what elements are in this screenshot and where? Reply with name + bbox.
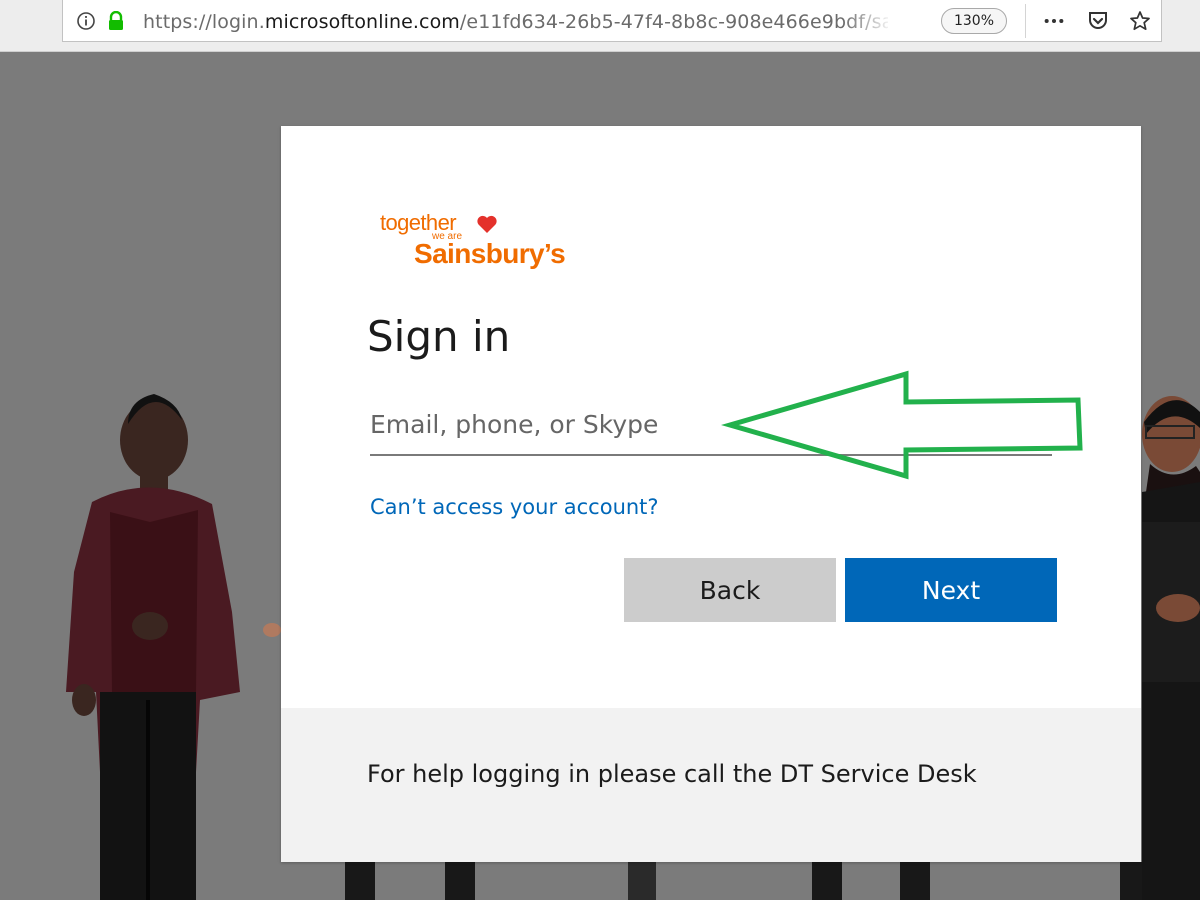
- lock-icon[interactable]: [105, 10, 127, 32]
- help-footer: For help logging in please call the DT S…: [281, 708, 1141, 862]
- url-host: microsoftonline.com: [264, 11, 460, 33]
- sainsburys-logo: together we are Sainsbury’s: [380, 208, 570, 278]
- background-legs: [345, 862, 1142, 900]
- bookmark-star-icon[interactable]: [1129, 10, 1151, 32]
- cant-access-account-link[interactable]: Can’t access your account?: [370, 495, 659, 519]
- url-prefix: https://login.: [143, 11, 265, 33]
- toolbar-divider: [1025, 4, 1026, 38]
- more-icon[interactable]: [1043, 10, 1065, 32]
- address-bar[interactable]: https://login.microsoftonline.com/e11fd6…: [62, 0, 1162, 42]
- pocket-icon[interactable]: [1087, 10, 1109, 32]
- person-hand: [263, 623, 281, 637]
- person-left: [66, 394, 240, 900]
- help-text: For help logging in please call the DT S…: [367, 760, 977, 788]
- zoom-level-badge[interactable]: 130%: [941, 8, 1007, 34]
- url-path: /e11fd634-26b5-47f4-8b8c-908e466e9bdf/sa…: [459, 11, 888, 33]
- heart-icon: [477, 215, 497, 233]
- page-title: Sign in: [367, 312, 511, 361]
- sign-in-card: together we are Sainsbury’s Sign in Can’…: [281, 126, 1141, 862]
- url-fade: [843, 4, 893, 38]
- person-right: [1142, 396, 1200, 900]
- back-button[interactable]: Back: [624, 558, 836, 622]
- next-button[interactable]: Next: [845, 558, 1057, 622]
- annotation-arrow-icon: [721, 370, 1083, 480]
- browser-toolbar: https://login.microsoftonline.com/e11fd6…: [0, 0, 1200, 52]
- logo-brand-text: Sainsbury’s: [414, 238, 566, 269]
- info-icon[interactable]: [75, 10, 97, 32]
- url-text[interactable]: https://login.microsoftonline.com/e11fd6…: [143, 11, 888, 33]
